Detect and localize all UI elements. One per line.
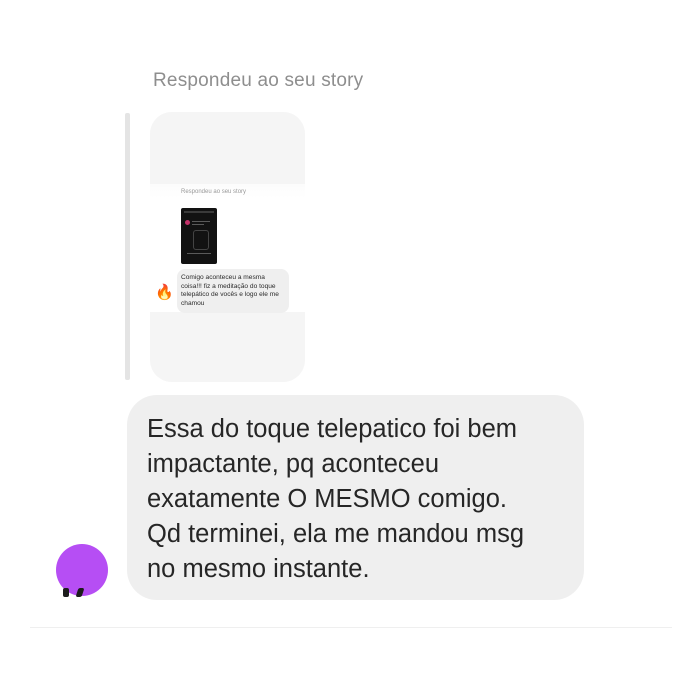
avatar-underlay-mark [75,588,85,597]
reply-quote-rail [125,113,130,380]
story-preview-top-blur [150,112,305,184]
story-thumbnail-figure [193,230,209,250]
message-line: Essa do toque telepatico foi bem [147,415,517,443]
story-preview-message-bubble: Comigo aconteceu a mesma coisa!!! fiz a … [177,269,289,314]
chat-thread: Respondeu ao seu story Respondeu ao seu … [0,0,700,700]
message-line: exatamente O MESMO comigo. [147,485,507,513]
story-thumbnail-text-line [187,253,211,254]
thread-divider [30,627,672,628]
reply-context-label: Respondeu ao seu story [153,70,364,91]
story-thumbnail-progress-bar [184,211,214,213]
story-thumbnail-text-line [192,224,204,225]
avatar-underlay-mark [63,588,69,597]
message-line: impactante, pq aconteceu [147,450,440,478]
message-line: Qd terminei, ela me mandou msg [147,520,524,548]
story-thumbnail-text-line [192,221,210,222]
story-thumbnail-avatar [185,220,190,225]
avatar-underlay [60,583,90,597]
message-line: no mesmo instante. [147,555,370,583]
fire-emoji-icon: 🔥 [155,284,174,301]
message-text: Essa do toque telepatico foi bem impacta… [147,412,566,587]
story-thumbnail [181,208,217,264]
story-reply-preview[interactable]: Respondeu ao seu story Comigo aconteceu … [150,112,305,382]
story-preview-header: Respondeu ao seu story [181,189,247,195]
message-bubble[interactable]: Essa do toque telepatico foi bem impacta… [127,395,584,600]
story-preview-bottom-blur [150,312,305,382]
